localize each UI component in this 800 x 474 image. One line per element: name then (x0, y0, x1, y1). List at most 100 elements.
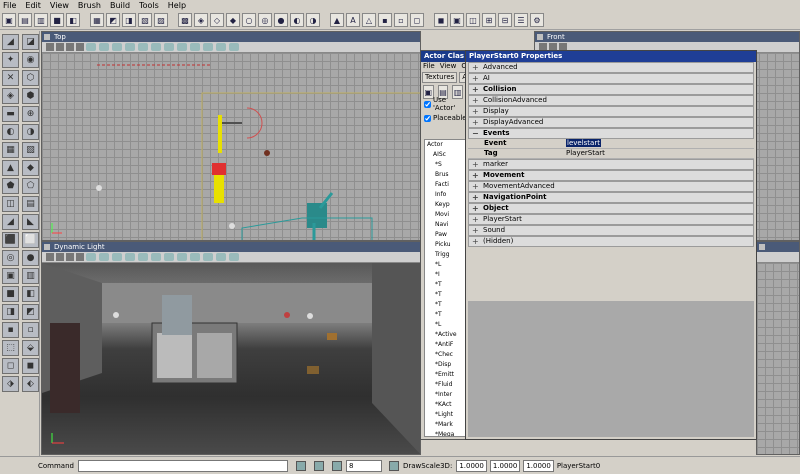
viewport-mode-icon[interactable] (46, 253, 54, 261)
tree-item[interactable]: *Active (425, 330, 467, 340)
tree-item[interactable]: AISc (425, 150, 467, 160)
brush-tool-icon[interactable]: ▦ (2, 142, 19, 158)
tree-item[interactable]: Movi (425, 210, 467, 220)
actor-class-tree[interactable]: Actor AISc *S Brus Facti Info Keyp Movi Navi Paw P… (424, 139, 467, 437)
toolbar-tool-icon[interactable]: ◎ (258, 13, 272, 27)
toolbar-tool-icon[interactable]: ▥ (34, 13, 48, 27)
viewport-mode-icon[interactable] (46, 43, 54, 51)
menu-view[interactable]: View (50, 1, 69, 10)
brush-tool-icon[interactable]: ⊕ (22, 106, 39, 122)
view-filter-icon[interactable] (164, 253, 174, 261)
toolbar-tool-icon[interactable]: ◈ (194, 13, 208, 27)
toolbar-tool-icon[interactable]: ○ (242, 13, 256, 27)
view-filter-icon[interactable] (112, 253, 122, 261)
brush-tool-icon[interactable]: ◎ (2, 250, 19, 266)
toolbar-tool-icon[interactable]: ▤ (18, 13, 32, 27)
toolbar-tool-icon[interactable]: ◨ (122, 13, 136, 27)
property-group[interactable]: (Hidden) (468, 236, 754, 247)
view-filter-icon[interactable] (164, 43, 174, 51)
light-icon[interactable] (113, 312, 119, 318)
brush-tool-icon[interactable]: ◐ (2, 124, 19, 140)
view-filter-icon[interactable] (229, 253, 239, 261)
property-group[interactable]: DisplayAdvanced (468, 117, 754, 128)
robot-model[interactable] (162, 295, 192, 335)
tree-item[interactable]: *Light (425, 410, 467, 420)
view-filter-icon[interactable] (99, 43, 109, 51)
menu-help[interactable]: Help (168, 1, 186, 10)
brush-tool-icon[interactable]: ⬗ (2, 376, 19, 392)
property-group[interactable]: Sound (468, 225, 754, 236)
viewport-top[interactable]: Top (41, 31, 421, 241)
tree-item[interactable]: Navi (425, 220, 467, 230)
view-filter-icon[interactable] (203, 253, 213, 261)
menu-brush[interactable]: Brush (78, 1, 101, 10)
viewport-mode-icon[interactable] (76, 253, 84, 261)
toolbar-tool-icon[interactable]: ▪ (378, 13, 392, 27)
tree-item[interactable]: *T (425, 310, 467, 320)
toolbar-tool-icon[interactable]: ◑ (306, 13, 320, 27)
brush-tool-icon[interactable]: ◑ (22, 124, 39, 140)
toolbar-tool-icon[interactable]: ⊟ (498, 13, 512, 27)
brush-tool-icon[interactable]: ⬠ (22, 178, 39, 194)
actor-browser-menu-item[interactable]: File (423, 62, 435, 72)
tree-item[interactable]: *Chec (425, 350, 467, 360)
tree-item[interactable]: *L (425, 320, 467, 330)
property-value-field[interactable]: levelstart (566, 139, 754, 148)
light-icon[interactable] (96, 185, 102, 191)
use-actor-checkbox[interactable] (424, 100, 431, 108)
view-filter-icon[interactable] (203, 43, 213, 51)
view-filter-icon[interactable] (190, 43, 200, 51)
side-view-grid[interactable] (757, 263, 799, 454)
property-value-field[interactable]: PlayerStart (566, 149, 754, 158)
viewport-perspective[interactable]: Dynamic Light (41, 241, 421, 455)
light-icon[interactable] (307, 313, 313, 319)
property-group[interactable]: marker (468, 159, 754, 170)
toolbar-tool-icon[interactable]: ▲ (330, 13, 344, 27)
tree-item[interactable]: *Inter (425, 390, 467, 400)
brush-tool-icon[interactable]: ◈ (2, 88, 19, 104)
brush-tool-icon[interactable]: ⬜ (22, 232, 39, 248)
toolbar-tool-icon[interactable]: ◩ (106, 13, 120, 27)
tree-item[interactable]: *S (425, 160, 467, 170)
property-group[interactable]: Object (468, 203, 754, 214)
brush-tool-icon[interactable]: ⬢ (22, 88, 39, 104)
property-group[interactable]: Collision (468, 84, 754, 95)
property-group[interactable]: PlayerStart (468, 214, 754, 225)
property-group[interactable]: Movement (468, 170, 754, 181)
tree-item[interactable]: *Mark (425, 420, 467, 430)
brush-tool-icon[interactable]: ⬟ (2, 178, 19, 194)
player-start-actor[interactable] (212, 163, 226, 175)
brush-tool-icon[interactable]: ▪ (2, 322, 19, 338)
actor-browser-menu-item[interactable]: View (440, 62, 457, 72)
command-input[interactable] (77, 459, 288, 472)
tree-item[interactable]: *Disp (425, 360, 467, 370)
property-group[interactable]: Display (468, 106, 754, 117)
property-group[interactable]: NavigationPoint (468, 192, 754, 203)
pickup-icon[interactable] (307, 366, 319, 374)
view-filter-icon[interactable] (151, 43, 161, 51)
toolbar-tool-icon[interactable]: ◻ (410, 13, 424, 27)
tree-item[interactable]: Picku (425, 240, 467, 250)
property-group[interactable]: CollisionAdvanced (468, 95, 754, 106)
brush-tool-icon[interactable]: ◻ (2, 358, 19, 374)
toolbar-tool-icon[interactable]: ◇ (210, 13, 224, 27)
view-filter-icon[interactable] (177, 253, 187, 261)
brush-tool-icon[interactable]: ◢ (2, 34, 19, 50)
view-filter-icon[interactable] (138, 253, 148, 261)
view-filter-icon[interactable] (125, 253, 135, 261)
viewport-mode-icon[interactable] (66, 253, 74, 261)
toolbar-tool-icon[interactable]: ⊞ (482, 13, 496, 27)
view-filter-icon[interactable] (86, 43, 96, 51)
scale-y-field[interactable]: 1.0000 (489, 459, 521, 472)
property-group[interactable]: Events (468, 128, 754, 139)
toolbar-tool-icon[interactable]: ● (274, 13, 288, 27)
tree-item[interactable]: *I (425, 270, 467, 280)
brush-tool-icon[interactable]: ⬙ (22, 340, 39, 356)
brush-tool-icon[interactable]: ◪ (22, 34, 39, 50)
toolbar-tool-icon[interactable]: ▨ (154, 13, 168, 27)
toolbar-tool-icon[interactable]: ☰ (514, 13, 528, 27)
tree-item[interactable]: Actor (425, 140, 467, 150)
brush-tool-icon[interactable]: ▤ (22, 196, 39, 212)
toolbar-tool-icon[interactable]: ▣ (450, 13, 464, 27)
menu-tools[interactable]: Tools (139, 1, 159, 10)
